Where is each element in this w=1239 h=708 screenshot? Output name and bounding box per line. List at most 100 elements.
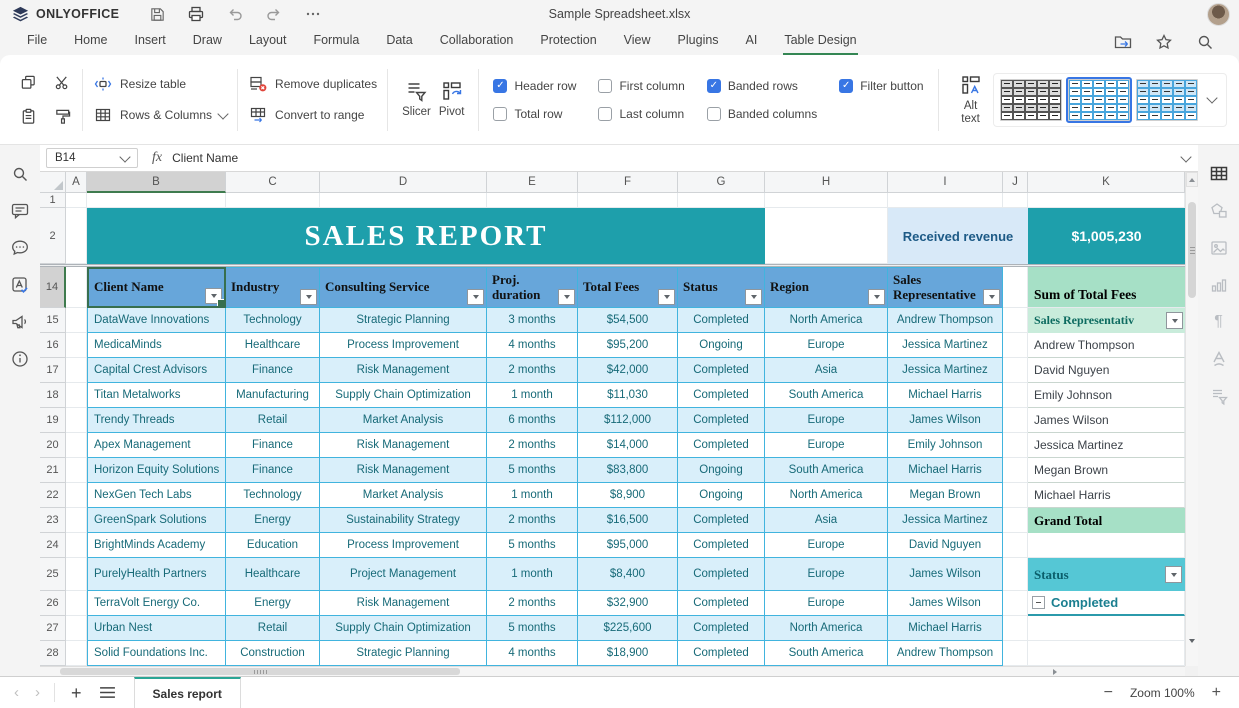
cell-E26[interactable]: 2 months (487, 591, 578, 616)
cell-A14[interactable] (66, 267, 87, 308)
cell-H25[interactable]: Europe (765, 558, 888, 591)
cell-E1[interactable] (487, 193, 578, 208)
scroll-right-icon[interactable] (1048, 667, 1062, 676)
zoom-in-button[interactable]: + (1212, 685, 1221, 701)
column-header-G[interactable]: G (678, 172, 765, 193)
cell-D24[interactable]: Process Improvement (320, 533, 487, 558)
horizontal-scrollbar[interactable] (40, 666, 1185, 676)
tab-data[interactable]: Data (385, 29, 413, 55)
favorites-star-icon[interactable] (1154, 32, 1174, 52)
filter-button[interactable] (868, 289, 885, 305)
cell-H19[interactable]: Europe (765, 408, 888, 433)
row-header-18[interactable]: 18 (40, 383, 66, 408)
tab-protection[interactable]: Protection (539, 29, 597, 55)
row-header-19[interactable]: 19 (40, 408, 66, 433)
cell-J24[interactable] (1003, 533, 1028, 558)
cell-A16[interactable] (66, 333, 87, 358)
cell-F28[interactable]: $18,900 (578, 641, 678, 666)
horizontal-scroll-thumb[interactable] (60, 668, 460, 675)
cell-B27[interactable]: Urban Nest (87, 616, 226, 641)
cell-A25[interactable] (66, 558, 87, 591)
cell-C26[interactable]: Energy (226, 591, 320, 616)
feedback-icon[interactable] (9, 311, 31, 333)
cell-B18[interactable]: Titan Metalworks (87, 383, 226, 408)
cell-C24[interactable]: Education (226, 533, 320, 558)
row-header-17[interactable]: 17 (40, 358, 66, 383)
tab-ai[interactable]: AI (745, 29, 759, 55)
cell-E25[interactable]: 1 month (487, 558, 578, 591)
pivot-field-cell[interactable]: Sales Representativ (1028, 308, 1185, 333)
row-header-1[interactable]: 1 (40, 193, 66, 208)
tab-formula[interactable]: Formula (312, 29, 360, 55)
cell-C19[interactable]: Retail (226, 408, 320, 433)
cell-D23[interactable]: Sustainability Strategy (320, 508, 487, 533)
cell-J20[interactable] (1003, 433, 1028, 458)
tab-draw[interactable]: Draw (192, 29, 223, 55)
paragraph-settings-icon[interactable]: ¶ (1208, 311, 1230, 333)
cell-I17[interactable]: Jessica Martinez (888, 358, 1003, 383)
cell-F15[interactable]: $54,500 (578, 308, 678, 333)
pivot-row-michael-harris[interactable]: Michael Harris (1028, 483, 1185, 508)
row-header-28[interactable]: 28 (40, 641, 66, 666)
cell-E21[interactable]: 5 months (487, 458, 578, 483)
table-settings-icon[interactable] (1208, 163, 1230, 185)
sheet-tab-sales-report[interactable]: Sales report (134, 677, 241, 708)
cell-I16[interactable]: Jessica Martinez (888, 333, 1003, 358)
column-header-J[interactable]: J (1003, 172, 1028, 193)
cell-E16[interactable]: 4 months (487, 333, 578, 358)
cell-D19[interactable]: Market Analysis (320, 408, 487, 433)
cell-J27[interactable] (1003, 616, 1028, 641)
cell-C23[interactable]: Energy (226, 508, 320, 533)
table-style-light-blue[interactable] (1068, 79, 1130, 121)
cell-E28[interactable]: 4 months (487, 641, 578, 666)
checkbox-last-column[interactable]: Last column (598, 107, 684, 121)
cell-H28[interactable]: South America (765, 641, 888, 666)
cell-H15[interactable]: North America (765, 308, 888, 333)
cell-F25[interactable]: $8,400 (578, 558, 678, 591)
row-header-24[interactable]: 24 (40, 533, 66, 558)
tab-insert[interactable]: Insert (134, 29, 167, 55)
cell-D17[interactable]: Risk Management (320, 358, 487, 383)
column-header-A[interactable]: A (66, 172, 87, 193)
cell-B15[interactable]: DataWave Innovations (87, 308, 226, 333)
pivot-row-andrew-thompson[interactable]: Andrew Thompson (1028, 333, 1185, 358)
cell-B25[interactable]: PurelyHealth Partners (87, 558, 226, 591)
cell-F27[interactable]: $225,600 (578, 616, 678, 641)
find-icon[interactable] (9, 163, 31, 185)
cell-I21[interactable]: Michael Harris (888, 458, 1003, 483)
cell-I19[interactable]: James Wilson (888, 408, 1003, 433)
cell-C16[interactable]: Healthcare (226, 333, 320, 358)
cell-H20[interactable]: Europe (765, 433, 888, 458)
received-revenue-label-cell[interactable]: Received revenue (888, 208, 1028, 264)
column-header-E[interactable]: E (487, 172, 578, 193)
cell-I24[interactable]: David Nguyen (888, 533, 1003, 558)
rows-columns-button[interactable]: Rows & Columns (93, 104, 227, 126)
cell-K24[interactable] (1028, 533, 1185, 558)
cell-F22[interactable]: $8,900 (578, 483, 678, 508)
cell-D28[interactable]: Strategic Planning (320, 641, 487, 666)
column-header-B[interactable]: B (87, 172, 226, 193)
cell-G20[interactable]: Completed (678, 433, 765, 458)
cell-C25[interactable]: Healthcare (226, 558, 320, 591)
cell-B1[interactable] (87, 193, 226, 208)
filter-button[interactable] (658, 289, 675, 305)
pivot-row-jessica-martinez[interactable]: Jessica Martinez (1028, 433, 1185, 458)
cell-E27[interactable]: 5 months (487, 616, 578, 641)
cell-D1[interactable] (320, 193, 487, 208)
cell-C17[interactable]: Finance (226, 358, 320, 383)
pivot-button[interactable]: Pivot (435, 79, 469, 119)
cell-I26[interactable]: James Wilson (888, 591, 1003, 616)
filter-button[interactable] (558, 289, 575, 305)
cell-D22[interactable]: Market Analysis (320, 483, 487, 508)
cell-G26[interactable]: Completed (678, 591, 765, 616)
row-header-27[interactable]: 27 (40, 616, 66, 641)
print-button[interactable] (186, 4, 206, 24)
cell-D27[interactable]: Supply Chain Optimization (320, 616, 487, 641)
cell-I20[interactable]: Emily Johnson (888, 433, 1003, 458)
column-header-F[interactable]: F (578, 172, 678, 193)
resize-table-button[interactable]: Resize table (93, 73, 227, 95)
row-header-16[interactable]: 16 (40, 333, 66, 358)
row-header-21[interactable]: 21 (40, 458, 66, 483)
selection-handle[interactable] (217, 299, 225, 307)
cell-G22[interactable]: Ongoing (678, 483, 765, 508)
